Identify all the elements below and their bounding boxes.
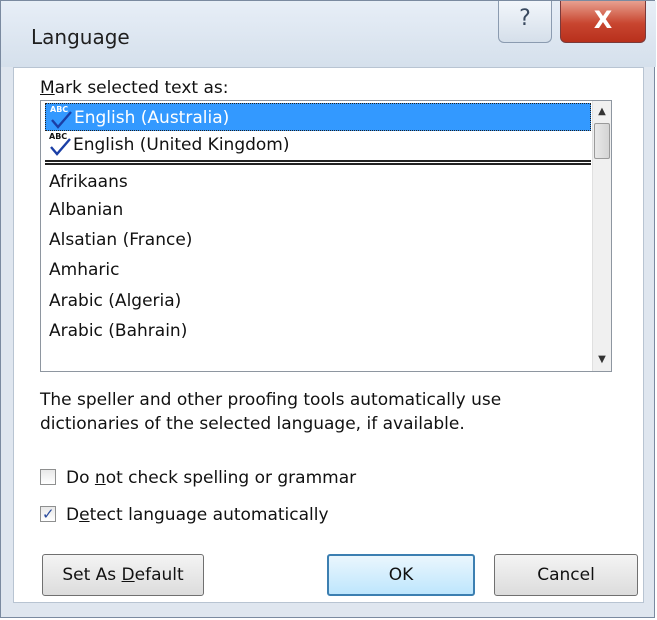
scroll-down-arrow-icon[interactable]: ▼ [593, 351, 611, 369]
recent-languages-divider [45, 160, 591, 165]
do-not-check-spelling-checkbox[interactable] [40, 469, 56, 485]
mark-label-rest: ark selected text as: [54, 78, 229, 98]
proofing-info-text: The speller and other proofing tools aut… [40, 388, 620, 436]
list-item-english-united-kingdom[interactable]: ABC English (United Kingdom) [45, 131, 591, 159]
list-item-albanian[interactable]: Albanian [45, 196, 591, 224]
detect-language-checkbox[interactable]: ✓ [40, 505, 56, 523]
info-line-2: dictionaries of the selected language, i… [40, 414, 465, 434]
mnemonic-e: e [79, 505, 90, 525]
scroll-thumb[interactable] [594, 123, 610, 159]
label-part: D [66, 505, 80, 525]
button-label-part: Set As [62, 565, 122, 585]
list-item-label: English (United Kingdom) [73, 135, 290, 155]
window-title: Language [31, 25, 130, 49]
info-line-1: The speller and other proofing tools aut… [40, 390, 502, 410]
list-item-label: English (Australia) [74, 108, 230, 128]
set-as-default-button[interactable]: Set As Default [42, 554, 204, 596]
list-item-label: Afrikaans [49, 172, 128, 192]
mnemonic-n: n [94, 468, 106, 488]
list-item-label: Alsatian (France) [49, 230, 193, 250]
list-scrollbar[interactable]: ▲ ▼ [592, 101, 611, 371]
mark-selected-text-label: Mark selected text as: [40, 78, 228, 98]
list-item-alsatian-france[interactable]: Alsatian (France) [45, 226, 591, 254]
ok-button[interactable]: OK [327, 554, 475, 596]
help-icon: ? [519, 6, 531, 31]
list-item-afrikaans[interactable]: Afrikaans [45, 168, 591, 196]
mnemonic-m: M [40, 78, 55, 98]
spelling-check-icon: ABC [50, 104, 72, 132]
scroll-up-arrow-icon[interactable]: ▲ [593, 103, 611, 121]
language-dialog: Language ? X Mark selected text as: ABC … [0, 0, 656, 618]
label-part: ot check spelling or grammar [105, 468, 357, 488]
spelling-check-icon: ABC [49, 131, 71, 159]
checkmark-icon: ✓ [42, 505, 55, 523]
language-listbox[interactable]: ABC English (Australia) ABC English (Uni… [40, 100, 612, 372]
mnemonic-d: D [121, 565, 135, 585]
list-item-english-australia[interactable]: ABC English (Australia) [45, 103, 591, 131]
title-bar[interactable]: Language ? X [1, 1, 656, 67]
list-item-label: Arabic (Algeria) [49, 291, 182, 311]
detect-language-label: Detect language automatically [66, 504, 329, 526]
language-list: ABC English (Australia) ABC English (Uni… [41, 101, 593, 371]
help-button[interactable]: ? [498, 1, 552, 43]
list-item-arabic-bahrain[interactable]: Arabic (Bahrain) [45, 317, 591, 345]
label-part: tect language automatically [89, 505, 329, 525]
close-icon: X [593, 6, 613, 34]
close-button[interactable]: X [560, 1, 646, 43]
list-item-arabic-algeria[interactable]: Arabic (Algeria) [45, 287, 591, 315]
list-item-amharic[interactable]: Amharic [45, 256, 591, 284]
do-not-check-spelling-label: Do not check spelling or grammar [66, 467, 356, 489]
list-item-label: Albanian [49, 200, 124, 220]
cancel-button[interactable]: Cancel [494, 554, 638, 596]
button-label-part: efault [134, 565, 184, 585]
list-item-label: Arabic (Bahrain) [49, 321, 188, 341]
dialog-content: Mark selected text as: ABC English (Aust… [13, 67, 644, 603]
label-part: Do [66, 468, 95, 488]
list-item-label: Amharic [49, 260, 120, 280]
